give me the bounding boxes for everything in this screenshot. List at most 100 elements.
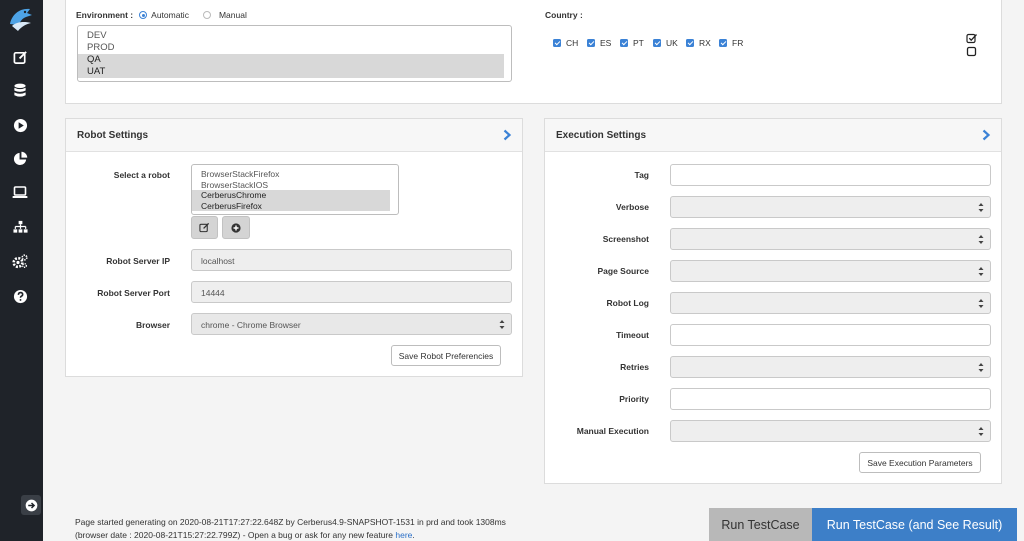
main-content: Environment : Automatic Manual DEV PROD … xyxy=(43,0,1024,541)
settings-cogs-icon[interactable] xyxy=(11,252,29,270)
arrow-right-circle-icon xyxy=(25,499,37,511)
environment-manual-radio[interactable] xyxy=(202,11,211,19)
tag-label: Tag xyxy=(634,170,649,180)
environment-label: Environment : xyxy=(76,10,134,20)
robot-settings-header[interactable]: Robot Settings xyxy=(66,119,522,152)
country-code: PT xyxy=(633,38,644,48)
environment-automatic-label: Automatic xyxy=(151,10,189,20)
country-checkbox[interactable] xyxy=(653,39,661,47)
footer-info: Page started generating on 2020-08-21T17… xyxy=(75,516,506,541)
country-item[interactable]: RX xyxy=(686,38,719,48)
select-all-countries-icon[interactable] xyxy=(966,33,978,44)
priority-label: Priority xyxy=(619,394,649,404)
robot-server-ip-field[interactable]: localhost xyxy=(191,249,512,271)
environment-manual-label: Manual xyxy=(218,10,247,20)
priority-input[interactable] xyxy=(670,388,991,410)
select-arrows-icon xyxy=(978,267,984,276)
run-testcase-button[interactable]: Run TestCase xyxy=(709,508,812,541)
country-checkbox[interactable] xyxy=(620,39,628,47)
country-item[interactable]: FR xyxy=(719,38,752,48)
edit-robot-button[interactable] xyxy=(191,216,218,239)
verbose-label: Verbose xyxy=(615,202,649,212)
select-arrows-icon xyxy=(978,299,984,308)
country-code: ES xyxy=(600,38,612,48)
pie-chart-icon[interactable] xyxy=(11,149,29,167)
environment-listbox[interactable]: DEV PROD QA UAT xyxy=(77,25,512,82)
environment-option[interactable]: QA xyxy=(78,54,504,66)
robot-server-ip-value: localhost xyxy=(201,256,235,266)
robot-server-port-value: 14444 xyxy=(201,288,225,298)
add-robot-button[interactable] xyxy=(222,216,250,239)
play-circle-icon[interactable] xyxy=(11,116,29,134)
laptop-icon[interactable] xyxy=(11,183,29,201)
manual-execution-select[interactable] xyxy=(670,420,991,442)
plus-circle-icon xyxy=(231,222,241,233)
timeout-label: Timeout xyxy=(616,330,649,340)
country-item[interactable]: UK xyxy=(653,38,686,48)
environment-option[interactable]: UAT xyxy=(78,66,504,78)
database-icon[interactable] xyxy=(11,81,29,99)
country-checkbox[interactable] xyxy=(686,39,694,47)
select-arrows-icon xyxy=(978,427,984,436)
page-source-select[interactable] xyxy=(670,260,991,282)
country-item[interactable]: CH xyxy=(553,38,587,48)
footer-line-2-text: (browser date : 2020-08-21T15:27:22.799Z… xyxy=(75,530,396,540)
environment-country-panel: Environment : Automatic Manual DEV PROD … xyxy=(65,0,1002,104)
execution-settings-panel: Execution Settings Tag Verbose Screensho… xyxy=(544,118,1002,484)
help-icon[interactable] xyxy=(11,287,29,305)
retries-select[interactable] xyxy=(670,356,991,378)
robot-settings-title: Robot Settings xyxy=(77,129,149,141)
robot-server-ip-label: Robot Server IP xyxy=(106,256,170,266)
chevron-right-icon[interactable] xyxy=(980,128,992,142)
country-item[interactable]: PT xyxy=(620,38,653,48)
robot-listbox[interactable]: BrowserStackFirefox BrowserStackIOS Cerb… xyxy=(191,164,399,215)
feature-request-link[interactable]: here xyxy=(395,530,412,540)
timeout-input[interactable] xyxy=(670,324,991,346)
browser-select[interactable]: chrome - Chrome Browser xyxy=(191,313,512,335)
tag-input[interactable] xyxy=(670,164,991,186)
robot-option[interactable]: BrowserStackIOS xyxy=(192,180,390,191)
country-checkbox[interactable] xyxy=(587,39,595,47)
environment-option[interactable]: PROD xyxy=(78,42,504,54)
select-arrows-icon xyxy=(978,203,984,212)
screenshot-select[interactable] xyxy=(670,228,991,250)
select-arrows-icon xyxy=(978,235,984,244)
robot-option[interactable]: BrowserStackFirefox xyxy=(192,169,390,180)
execution-settings-title: Execution Settings xyxy=(556,129,647,141)
sitemap-icon[interactable] xyxy=(11,218,29,236)
edit-icon xyxy=(199,222,210,233)
select-robot-label: Select a robot xyxy=(113,170,170,180)
sidebar xyxy=(0,0,43,541)
country-label: Country : xyxy=(545,10,583,20)
footer-line-2-suffix: . xyxy=(412,530,415,540)
execution-settings-header[interactable]: Execution Settings xyxy=(545,119,1001,152)
unselect-all-countries-icon[interactable] xyxy=(966,46,978,57)
select-arrows-icon xyxy=(499,320,505,329)
chevron-right-icon[interactable] xyxy=(501,128,513,142)
expand-sidebar-button[interactable] xyxy=(21,495,41,515)
robot-option[interactable]: CerberusFirefox xyxy=(192,200,390,211)
environment-automatic-radio[interactable] xyxy=(139,11,148,19)
robot-log-select[interactable] xyxy=(670,292,991,314)
cerberus-logo-icon[interactable] xyxy=(6,4,36,34)
robot-server-port-field[interactable]: 14444 xyxy=(191,281,512,303)
robot-settings-panel: Robot Settings Select a robot BrowserSta… xyxy=(65,118,523,377)
country-checkbox[interactable] xyxy=(553,39,561,47)
browser-value: chrome - Chrome Browser xyxy=(201,320,301,330)
manual-execution-label: Manual Execution xyxy=(576,426,649,436)
save-robot-preferences-button[interactable]: Save Robot Preferencies xyxy=(391,345,501,366)
run-testcase-see-result-button[interactable]: Run TestCase (and See Result) xyxy=(812,508,1017,541)
save-execution-parameters-button[interactable]: Save Execution Parameters xyxy=(859,452,981,473)
country-item[interactable]: ES xyxy=(587,38,620,48)
edit-testcase-icon[interactable] xyxy=(11,48,29,66)
robot-option[interactable]: CerberusChrome xyxy=(192,190,390,201)
country-code: RX xyxy=(699,38,711,48)
robot-log-label: Robot Log xyxy=(606,298,649,308)
robot-server-port-label: Robot Server Port xyxy=(97,288,170,298)
country-checkbox[interactable] xyxy=(719,39,727,47)
environment-option[interactable]: DEV xyxy=(78,30,504,42)
country-code: CH xyxy=(566,38,579,48)
verbose-select[interactable] xyxy=(670,196,991,218)
browser-label: Browser xyxy=(135,320,170,330)
retries-label: Retries xyxy=(620,362,649,372)
